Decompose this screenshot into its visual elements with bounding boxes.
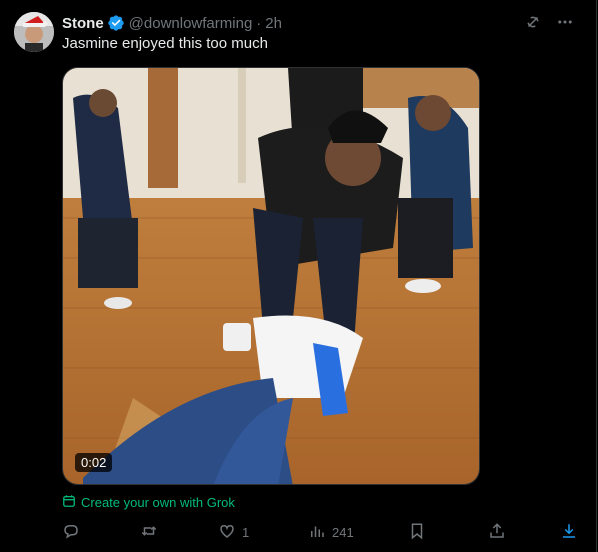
- more-icon[interactable]: [556, 13, 574, 31]
- verified-icon: [107, 14, 125, 32]
- views-count: 241: [332, 525, 354, 540]
- repost-button[interactable]: [140, 522, 164, 543]
- share-icon: [488, 522, 506, 543]
- post-header: Stone @downlowfarming · 2h: [62, 13, 282, 33]
- avatar[interactable]: [14, 12, 54, 52]
- reply-button[interactable]: [62, 522, 86, 543]
- post-actions: 1 241: [58, 522, 583, 544]
- post-time[interactable]: 2h: [265, 15, 282, 32]
- video-duration: 0:02: [75, 453, 113, 472]
- views-button[interactable]: 241: [308, 522, 354, 543]
- video-frame: [63, 68, 479, 484]
- bookmark-button[interactable]: [408, 522, 426, 543]
- download-button[interactable]: [560, 522, 578, 543]
- share-button[interactable]: [488, 522, 506, 543]
- author-name[interactable]: Stone: [62, 15, 104, 32]
- repost-icon: [140, 522, 158, 543]
- like-button[interactable]: 1: [218, 522, 249, 543]
- reply-icon: [62, 522, 80, 543]
- like-count: 1: [242, 525, 250, 540]
- grok-calendar-icon: [62, 494, 76, 511]
- grok-create-link[interactable]: Create your own with Grok: [62, 494, 235, 511]
- post-top-icons: [524, 13, 574, 31]
- grok-link-label: Create your own with Grok: [81, 495, 235, 510]
- download-icon: [560, 522, 578, 543]
- video-player[interactable]: 0:02: [62, 67, 480, 485]
- post-text: Jasmine enjoyed this too much: [62, 35, 268, 52]
- like-icon: [218, 522, 236, 543]
- bookmark-icon: [408, 522, 426, 543]
- separator-dot: ·: [256, 14, 262, 32]
- post[interactable]: Stone @downlowfarming · 2h Jasmine enjoy…: [0, 0, 597, 552]
- author-handle[interactable]: @downlowfarming: [129, 15, 253, 32]
- views-icon: [308, 522, 326, 543]
- grok-icon[interactable]: [524, 13, 542, 31]
